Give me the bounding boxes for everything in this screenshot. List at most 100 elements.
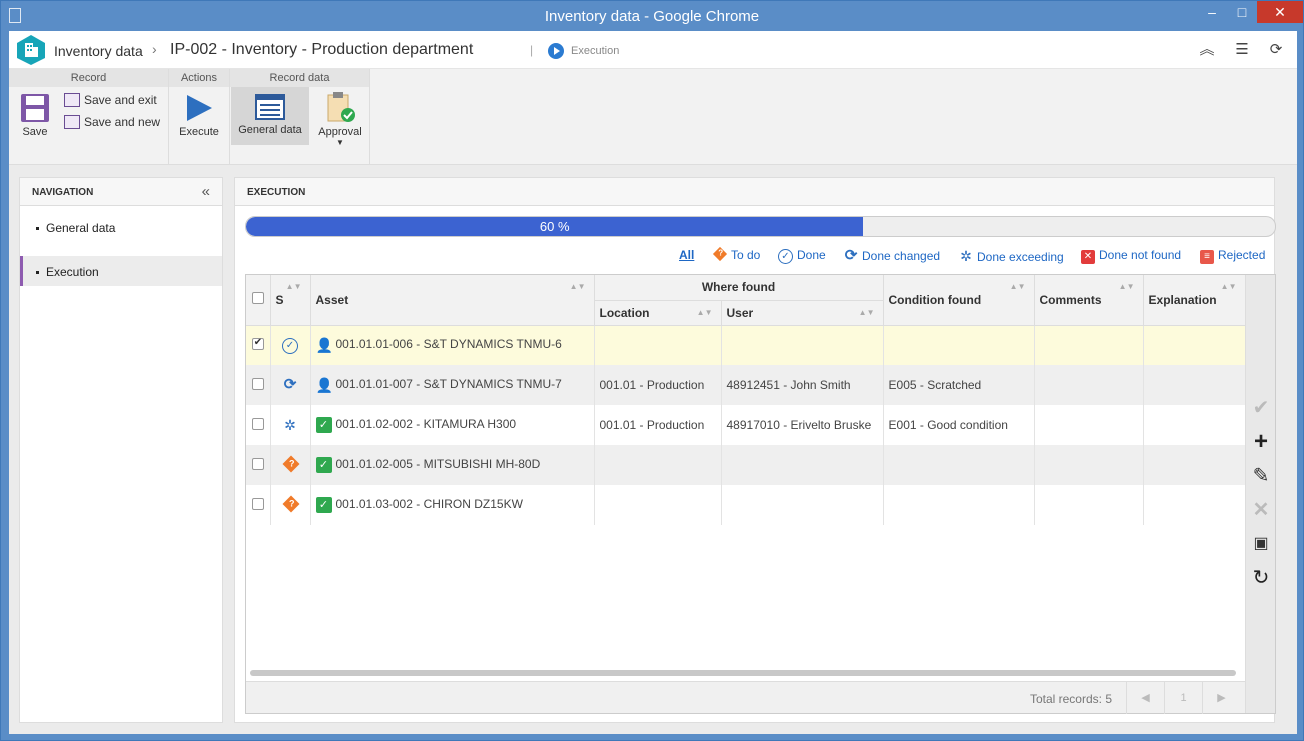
select-all-checkbox[interactable] [251, 292, 264, 305]
select-all-cell [246, 275, 271, 326]
status-cell: ? [270, 485, 311, 525]
add-plus-icon[interactable]: + [1250, 430, 1272, 454]
asset-cell: ✓ 001.01.03-002 - CHIRON DZ15KW [310, 485, 595, 525]
comments-cell [1034, 325, 1144, 365]
column-header-explanation-label: Explanation [1148, 292, 1217, 307]
check-icon: ✓ [315, 417, 332, 433]
general-data-button[interactable]: General data [231, 87, 309, 145]
filter-to-do-label: To do [731, 248, 761, 262]
page-title: IP-002 - Inventory - Production departme… [170, 41, 474, 58]
assets-table: S ▲▼ Asset ▲▼ Where found Condition found ▲… [246, 275, 1246, 525]
user-cell [721, 445, 884, 485]
table-row[interactable]: ? ✓ 001.01.03-002 - CHIRON DZ15KW [246, 485, 1246, 525]
comments-cell [1034, 365, 1144, 405]
column-header-asset[interactable]: Asset ▲▼ [310, 275, 595, 326]
row-checkbox[interactable] [251, 457, 264, 470]
filter-done-changed[interactable]: ⟳ Done changed [843, 248, 940, 264]
sort-icon: ▲▼ [569, 282, 586, 291]
page-number[interactable]: 1 [1164, 682, 1202, 714]
column-header-explanation[interactable]: Explanation ▲▼ [1143, 275, 1246, 326]
nav-item-execution[interactable]: Execution [20, 256, 222, 286]
location-cell: 001.01 - Production [594, 365, 722, 405]
view-icon[interactable]: ▣ [1250, 532, 1272, 556]
title-bar: Inventory data - Google Chrome ‒ □ ✕ [1, 1, 1303, 31]
divider: | [530, 43, 534, 57]
list-icon[interactable]: ☰ [1233, 41, 1251, 59]
row-checkbox[interactable] [251, 497, 264, 510]
collapse-up-icon[interactable]: ︽ [1198, 41, 1216, 59]
refresh-icon[interactable]: ⟳ [1267, 41, 1285, 59]
asset-name: 001.01.01-007 - S&T DYNAMICS TNMU-7 [335, 377, 562, 392]
close-button[interactable]: ✕ [1257, 1, 1303, 23]
table-row[interactable]: ✲ ✓ 001.01.02-002 - KITAMURA H300 001.01 - … [246, 405, 1246, 445]
delete-x-icon[interactable]: ✕ [1250, 498, 1272, 522]
execution-heading: EXECUTION [235, 178, 1274, 206]
approval-button[interactable]: Approval ▼ [314, 91, 366, 147]
column-header-comments[interactable]: Comments ▲▼ [1034, 275, 1144, 326]
table-row[interactable]: ✓ 👤001.01.01-006 - S&T DYNAMICS TNMU-6 [246, 325, 1246, 365]
filter-done[interactable]: ✓ Done [778, 248, 826, 264]
user-cell [721, 325, 884, 365]
reload-icon[interactable]: ↻ [1250, 566, 1272, 590]
done-icon: ✓ [282, 337, 298, 354]
nav-item-general-data[interactable]: General data [20, 212, 222, 242]
user-icon: 👤 [315, 337, 333, 354]
horizontal-scrollbar[interactable] [250, 670, 1236, 676]
status-label: Execution [571, 45, 620, 57]
column-header-location[interactable]: Location ▲▼ [594, 300, 722, 326]
status-filters: All ? To do ✓ Done ⟳ Done changed ✲ Done exc… [670, 246, 1270, 266]
breadcrumb-root[interactable]: Inventory data [54, 43, 143, 59]
minimize-button[interactable]: ‒ [1197, 1, 1227, 23]
navigation-panel: NAVIGATION « General data Execution [19, 177, 223, 723]
filter-done-changed-label: Done changed [862, 249, 941, 263]
done-changed-icon: ⟳ [283, 376, 297, 393]
chevron-right-icon: › [152, 41, 157, 57]
play-triangle-icon [187, 95, 212, 121]
save-button[interactable]: Save [15, 93, 55, 138]
filter-rejected[interactable]: ≡ Rejected [1200, 248, 1265, 264]
edit-pencil-icon[interactable]: ✎ [1250, 464, 1272, 488]
play-icon [548, 43, 564, 59]
user-cell: 48917010 - Erivelto Bruske [721, 405, 884, 445]
table-row[interactable]: ? ✓ 001.01.02-005 - MITSUBISHI MH-80D [246, 445, 1246, 485]
ribbon-group-record: Record Save Save and exit Save and new [9, 69, 169, 164]
column-header-status[interactable]: S ▲▼ [270, 275, 311, 326]
next-page-button[interactable]: ▶ [1202, 682, 1240, 714]
save-and-new-button[interactable]: Save and new [64, 115, 160, 129]
row-checkbox[interactable] [251, 337, 264, 350]
confirm-check-icon[interactable]: ✔ [1250, 396, 1272, 420]
execute-label: Execute [179, 126, 219, 138]
sort-icon: ▲▼ [1220, 282, 1237, 291]
filter-done-label: Done [797, 248, 826, 262]
filter-done-not-found[interactable]: ✕ Done not found [1081, 248, 1181, 264]
filter-done-exceeding[interactable]: ✲ Done exceeding [958, 248, 1064, 264]
execute-button[interactable]: Execute [174, 93, 224, 138]
filter-all[interactable]: All [679, 248, 694, 262]
prev-page-button[interactable]: ◀ [1126, 682, 1164, 714]
sort-icon: ▲▼ [1118, 282, 1135, 291]
sort-icon: ▲▼ [1009, 282, 1026, 291]
row-select-cell [246, 445, 271, 485]
collapse-left-icon[interactable]: « [202, 183, 210, 200]
ribbon-group-record-data: Record data General data Approval ▼ [230, 69, 370, 164]
maximize-button[interactable]: □ [1227, 1, 1257, 23]
sort-icon: ▲▼ [696, 307, 713, 317]
asset-cell: 👤 001.01.01-006 - S&T DYNAMICS TNMU-6 [310, 325, 595, 365]
row-checkbox[interactable] [251, 377, 264, 390]
filter-to-do[interactable]: ? To do [712, 246, 761, 262]
location-cell [594, 325, 722, 365]
column-header-condition[interactable]: Condition found ▲▼ [883, 275, 1035, 326]
status-cell: ✲ [270, 405, 311, 445]
save-and-exit-label: Save and exit [84, 93, 157, 107]
comments-cell [1034, 405, 1144, 445]
condition-cell: E005 - Scratched [883, 365, 1035, 405]
grid-footer: Total records: 5 ◀ 1 ▶ [246, 681, 1245, 714]
table-row[interactable]: ⟳ 👤 001.01.01-007 - S&T DYNAMICS TNMU-7 001… [246, 365, 1246, 405]
row-checkbox[interactable] [251, 417, 264, 430]
save-exit-icon [64, 93, 80, 107]
column-header-user[interactable]: User ▲▼ [721, 300, 884, 326]
asset-name: 001.01.01-006 - S&T DYNAMICS TNMU-6 [335, 337, 562, 352]
save-and-exit-button[interactable]: Save and exit [64, 93, 157, 107]
floppy-disk-icon [21, 94, 49, 122]
done-icon: ✓ [778, 249, 793, 264]
